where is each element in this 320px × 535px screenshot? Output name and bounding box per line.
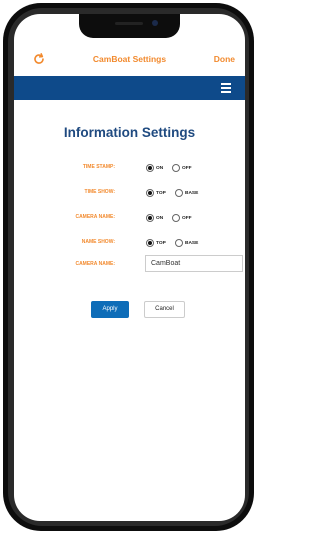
radio-camera-name-on[interactable]: ON [146,213,163,223]
screen-title: CamBoat Settings [92,54,167,64]
setting-row-time-show: TIME SHOW: TOP BASE [14,186,245,202]
radio-button[interactable] [146,164,154,172]
setting-label: NAME SHOW: [81,239,115,245]
menu-line [221,87,231,89]
setting-label: TIME STAMP: [82,164,115,170]
radio-button[interactable] [146,189,154,197]
page-heading: Information Settings [63,125,196,140]
done-button[interactable]: Done [214,54,235,64]
radio-time-show-top[interactable]: TOP [146,188,166,198]
radio-label: OFF [182,165,192,171]
phone-notch [79,14,180,38]
radio-label: BASE [185,240,199,246]
radio-time-stamp-on[interactable]: ON [146,163,163,173]
setting-row-time-stamp: TIME STAMP: ON OFF [14,161,245,177]
setting-row-camera-name-field: CAMERA NAME: CamBoat [14,255,245,273]
setting-row-name-show: NAME SHOW: TOP BASE [14,236,245,252]
apply-button[interactable]: Apply [91,301,129,318]
radio-button[interactable] [172,164,180,172]
radio-label: ON [156,165,164,171]
app-screen: CamBoat Settings Done Information Settin… [14,14,245,521]
radio-time-stamp-off[interactable]: OFF [172,163,192,173]
radio-button[interactable] [175,239,183,247]
radio-label: ON [156,215,164,221]
radio-label: TOP [156,240,166,246]
radio-button[interactable] [172,214,180,222]
radio-label: OFF [182,215,192,221]
menu-line [221,91,231,93]
radio-button[interactable] [146,239,154,247]
radio-name-show-top[interactable]: TOP [146,238,166,248]
radio-camera-name-off[interactable]: OFF [172,213,192,223]
setting-label: CAMERA NAME: [75,261,115,267]
radio-name-show-base[interactable]: BASE [175,238,198,248]
menu-line [221,83,231,85]
speaker-grille [115,22,143,25]
top-bar: CamBoat Settings Done [14,48,245,76]
radio-time-show-base[interactable]: BASE [175,188,198,198]
setting-label: TIME SHOW: [84,189,115,195]
setting-label: CAMERA NAME: [75,214,115,220]
navigation-bar [14,76,245,100]
cancel-button[interactable]: Cancel [144,301,185,318]
radio-button[interactable] [175,189,183,197]
radio-label: TOP [156,190,166,196]
camera-name-input[interactable]: CamBoat [145,255,243,272]
front-camera [152,20,158,26]
radio-label: BASE [185,190,199,196]
radio-button[interactable] [146,214,154,222]
setting-row-camera-name: CAMERA NAME: ON OFF [14,211,245,227]
hamburger-menu-icon[interactable] [221,83,231,93]
